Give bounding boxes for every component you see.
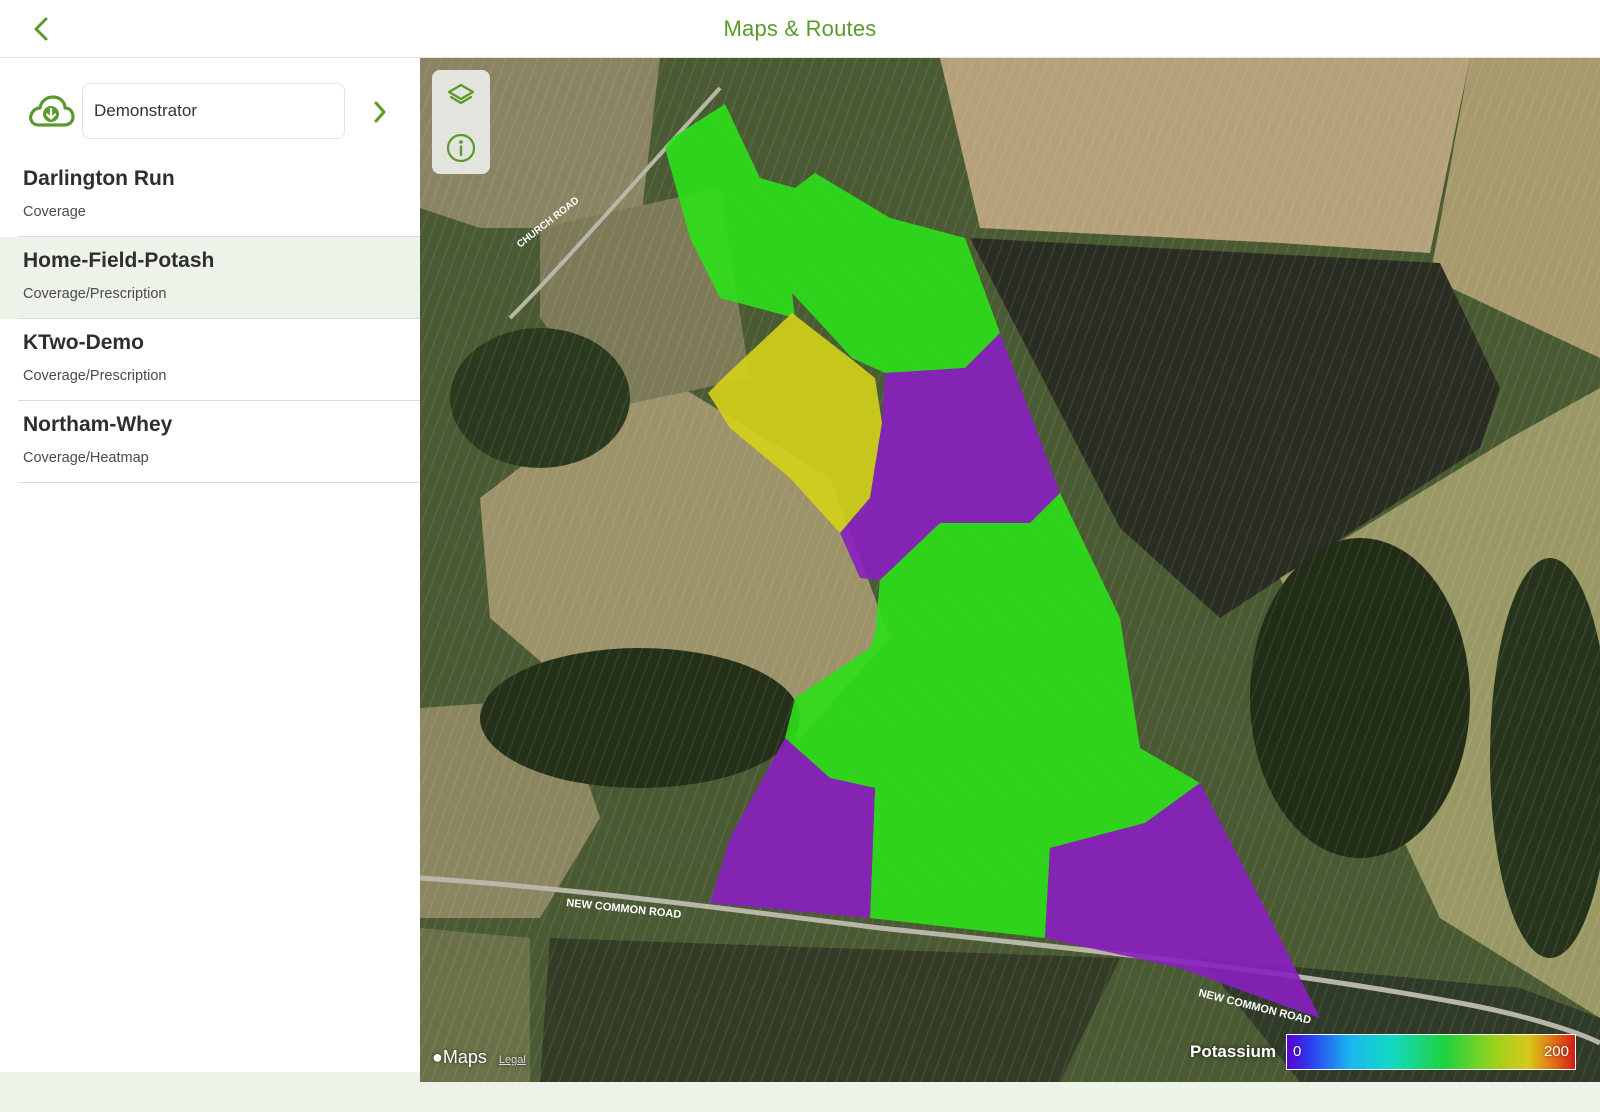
route-item-ktwo-demo[interactable]: KTwo-Demo Coverage/Prescription [0,319,420,401]
route-name: KTwo-Demo [23,331,144,354]
route-type: Coverage/Prescription [23,286,167,302]
cloud-download-button[interactable] [27,92,75,132]
map-view[interactable]: CHURCH ROAD NEW COMMON ROAD NEW COMMON R… [420,58,1600,1082]
route-type: Coverage [23,204,86,220]
route-name: Home-Field-Potash [23,249,215,272]
route-name: Darlington Run [23,167,175,190]
next-button[interactable] [367,94,393,130]
legend-color-bar: 0 200 [1286,1034,1576,1070]
heatmap-legend: Potassium 0 200 [1190,1034,1576,1070]
layers-icon [447,83,475,105]
account-field[interactable]: Demonstrator [82,83,345,139]
top-bar: Maps & Routes [0,0,1600,58]
route-type: Coverage/Prescription [23,368,167,384]
cloud-download-icon [29,95,75,127]
apple-maps-logo: ●Maps [432,1047,487,1067]
map-attribution: ●Maps Legal [432,1047,526,1068]
legend-label: Potassium [1190,1042,1276,1061]
route-item-home-field-potash[interactable]: Home-Field-Potash Coverage/Prescription [0,237,420,319]
legal-link[interactable]: Legal [499,1054,526,1066]
layers-button[interactable] [432,70,490,122]
chevron-right-icon [374,101,386,123]
info-button[interactable] [432,122,490,174]
route-list: Darlington Run Coverage Home-Field-Potas… [0,155,420,483]
legend-max: 200 [1543,1043,1569,1060]
route-type: Coverage/Heatmap [23,450,149,466]
satellite-imagery: CHURCH ROAD NEW COMMON ROAD NEW COMMON R… [420,58,1600,1082]
map-controls [432,70,490,174]
page-title: Maps & Routes [723,16,877,41]
legend-min: 0 [1293,1043,1302,1060]
route-item-darlington-run[interactable]: Darlington Run Coverage [0,155,420,237]
route-item-northam-whey[interactable]: Northam-Whey Coverage/Heatmap [0,401,420,483]
apple-icon: ● [432,1047,443,1067]
sidebar: Demonstrator Darlington Run Coverage Hom… [0,58,420,1072]
info-icon [446,133,476,163]
route-name: Northam-Whey [23,413,173,436]
